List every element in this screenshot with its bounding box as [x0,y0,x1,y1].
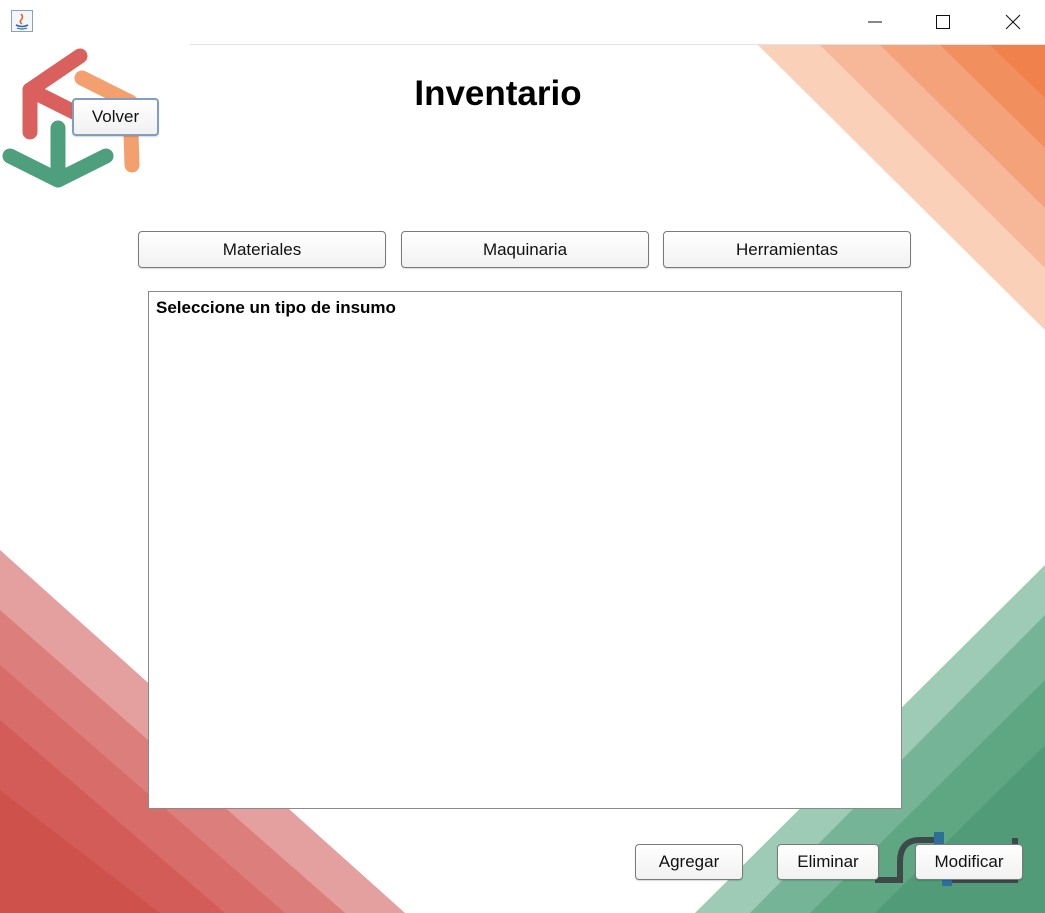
tab-herramientas[interactable]: Herramientas [663,231,911,268]
close-button[interactable] [990,6,1036,38]
modify-button[interactable]: Modificar [915,844,1023,880]
add-button[interactable]: Agregar [635,844,743,880]
close-icon [1005,14,1021,30]
maximize-button[interactable] [920,6,966,38]
inventory-panel[interactable]: Seleccione un tipo de insumo [148,291,902,809]
titlebar-divider [190,44,1045,45]
back-button[interactable]: Volver [72,98,159,136]
tab-materiales[interactable]: Materiales [138,231,386,268]
maximize-icon [936,15,950,29]
tab-maquinaria[interactable]: Maquinaria [401,231,649,268]
panel-message: Seleccione un tipo de insumo [156,298,396,317]
minimize-icon [868,21,882,23]
delete-button[interactable]: Eliminar [777,844,879,880]
minimize-button[interactable] [852,6,898,38]
page-title: Inventario [414,74,582,113]
window-titlebar [0,0,1045,44]
java-app-icon [11,10,33,32]
